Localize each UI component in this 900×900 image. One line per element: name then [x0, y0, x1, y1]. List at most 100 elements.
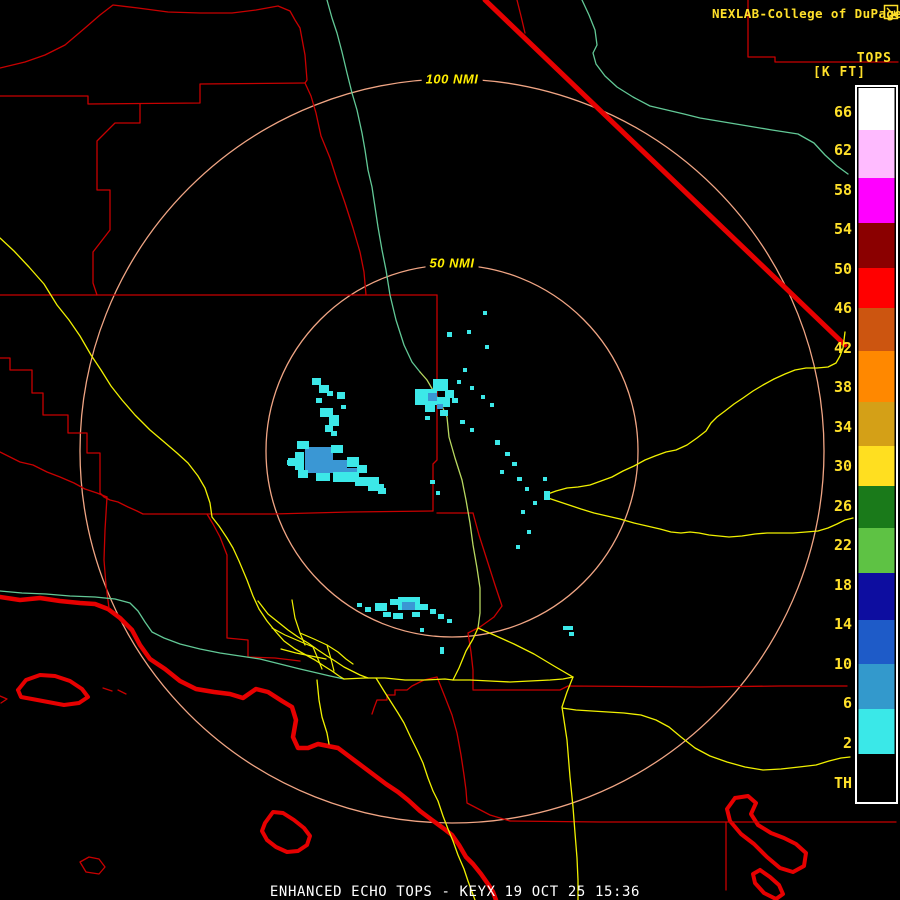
island-outline [16, 673, 90, 707]
echo-cell [440, 647, 444, 654]
echo-cell [433, 379, 448, 391]
echo-cell [452, 398, 458, 403]
colorbar-tick-label: 6 [843, 694, 852, 712]
ring-label-100nmi: 100 NMI [421, 70, 483, 88]
echo-cell [425, 416, 430, 420]
colorbar-tick-label: 22 [834, 536, 852, 554]
road-nw-hub [257, 600, 369, 679]
echo-cell [569, 632, 574, 636]
state-line-thick [482, 0, 848, 348]
range-ring-100-nmi [79, 78, 825, 824]
echo-cell [325, 425, 333, 432]
echo-cell [527, 530, 531, 534]
echo-cell [357, 603, 362, 607]
road-branch-b [477, 627, 574, 678]
colorbar-block [858, 88, 895, 130]
echo-cell [331, 445, 343, 453]
echo-cell [375, 603, 387, 611]
echo-cell [516, 545, 520, 549]
colorbar-block [858, 223, 895, 268]
county-horiz-822 [509, 820, 897, 823]
county-desc-2 [436, 676, 511, 822]
echo-cell [525, 487, 529, 491]
colorbar-tick-label: 34 [834, 418, 852, 436]
island-bit-3 [0, 695, 8, 704]
echo-cell [357, 465, 367, 473]
island-bit-2 [117, 689, 127, 695]
colorbar-block [858, 528, 895, 573]
echo-cell [505, 452, 510, 456]
echo-cell [445, 390, 454, 398]
road-ne-barstow [544, 331, 846, 496]
echo-cell [333, 460, 347, 472]
colorbar-tick-label: 26 [834, 497, 852, 515]
colorbar-block [858, 268, 895, 308]
echo-cell [563, 626, 573, 630]
colorbar-block [858, 351, 895, 402]
colorbar-tick-label: 54 [834, 220, 852, 238]
echo-cell [436, 491, 440, 495]
echo-cell [316, 473, 330, 481]
echo-cell [402, 602, 415, 610]
colorbar-tick-label: 62 [834, 141, 852, 159]
echo-cell [425, 404, 435, 412]
colorbar-tick-label: 50 [834, 260, 852, 278]
echo-cell [287, 460, 292, 465]
echo-cell [481, 395, 485, 399]
county-wavy-top [0, 4, 367, 296]
echo-cell [430, 480, 435, 484]
echo-cell [467, 330, 471, 334]
echo-cell [437, 404, 443, 409]
echo-cell [297, 441, 309, 449]
county-horiz-689 [472, 685, 848, 691]
road-short-south [316, 679, 330, 745]
island-outline-4b [751, 868, 785, 900]
echo-cell [341, 405, 346, 409]
echo-cell [312, 378, 321, 385]
radar-map: 66625854504642383430262218141062TH [0, 0, 899, 900]
echo-cell [457, 380, 461, 384]
echo-cell [295, 452, 304, 470]
echo-cell [485, 345, 489, 349]
road-east-barstow [544, 496, 854, 538]
county-desc-1 [467, 512, 503, 690]
echo-cell [440, 410, 448, 416]
echo-cell [420, 628, 424, 632]
island-outline-4 [725, 794, 808, 874]
units-label: [K FT] [813, 65, 866, 80]
road-se-wiggle [561, 707, 851, 771]
colorbar-block [858, 130, 895, 178]
echo-cell [544, 491, 550, 500]
echo-cell [430, 609, 436, 614]
colorbar-tick-label: 18 [834, 576, 852, 594]
colorbar-block [858, 308, 895, 351]
colorbar-block [858, 754, 895, 801]
county-branch-top [516, 0, 526, 34]
road-city-4 [299, 632, 354, 665]
echo-cell [383, 612, 391, 617]
colorbar-tick-label: 10 [834, 655, 852, 673]
island-bit-1 [102, 687, 113, 692]
echo-cell [378, 488, 386, 494]
echo-cell [517, 477, 522, 481]
county-wiggle-left [0, 451, 108, 498]
colorbar-block [858, 402, 895, 446]
colorbar-block [858, 709, 895, 754]
echo-cell [329, 415, 339, 426]
product-caption: ENHANCED ECHO TOPS - KEYX 19 OCT 25 15:3… [269, 884, 641, 900]
echo-cell [412, 612, 420, 617]
echo-cell [470, 386, 474, 390]
colorbar-tick-label: 2 [843, 734, 852, 752]
echo-cell [533, 501, 537, 505]
echo-cell [365, 607, 371, 612]
echo-cell [298, 470, 308, 478]
colorbar-block [858, 178, 895, 223]
echo-cell [521, 510, 525, 514]
echo-cell [512, 462, 517, 466]
echo-cell [447, 619, 452, 623]
river-north [326, 0, 421, 373]
river-east [581, 0, 849, 175]
arrow-box-icon [883, 4, 899, 20]
source-title: NEXLAB-College of DuPage [712, 6, 900, 21]
echo-cell [327, 391, 333, 396]
